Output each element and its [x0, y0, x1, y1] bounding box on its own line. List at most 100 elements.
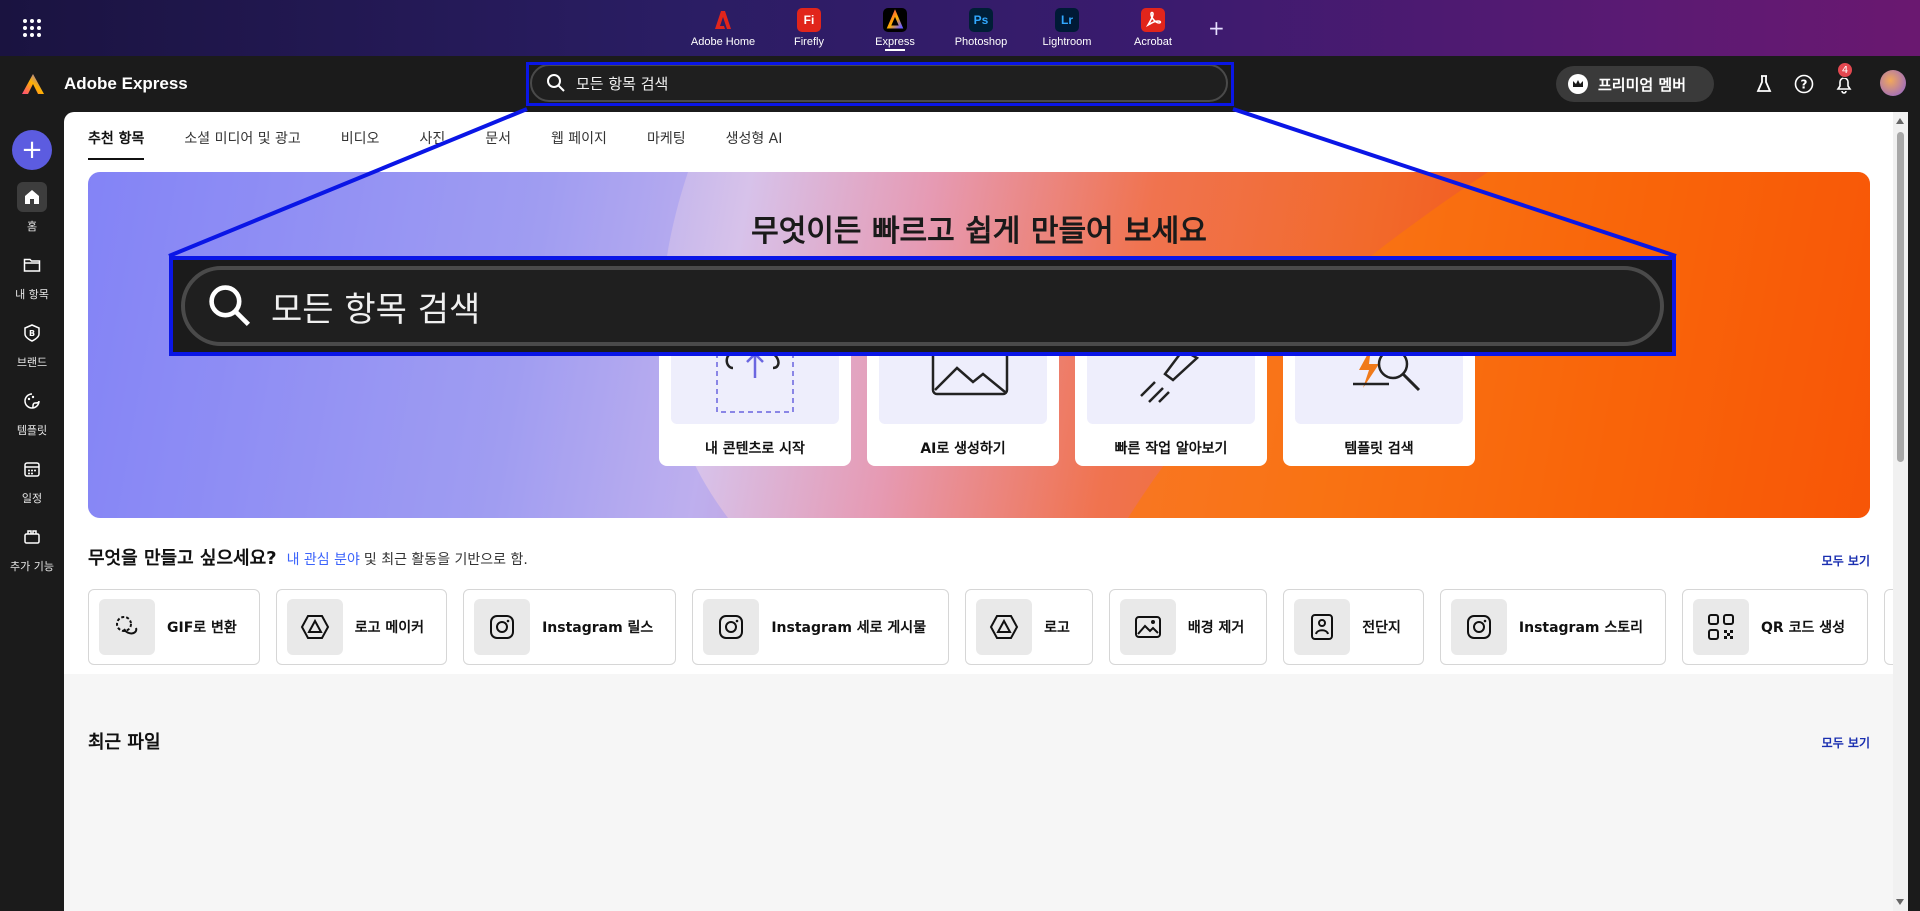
scrollbar-thumb[interactable] [1897, 132, 1904, 462]
help-icon[interactable]: ? [1792, 72, 1816, 96]
crown-icon [1568, 74, 1588, 94]
quick-item-gif[interactable]: GIF로 변환 [88, 589, 260, 665]
logo-maker-icon [286, 599, 343, 655]
quick-item-instagram-portrait[interactable]: Instagram 세로 게시물 [692, 589, 950, 665]
app-label: Lightroom [1042, 36, 1092, 48]
tab-web-page[interactable]: 웹 페이지 [551, 128, 607, 160]
rail-item-brand[interactable]: B 브랜드 [0, 318, 64, 376]
app-adobe-home[interactable]: Adobe Home [680, 0, 766, 56]
rail-label: 홈 [26, 220, 38, 233]
quick-item-label: Instagram 세로 게시물 [771, 620, 927, 636]
search-input[interactable]: 모든 항목 검색 [530, 64, 1228, 102]
tab-recommended[interactable]: 추천 항목 [88, 128, 145, 160]
tab-document[interactable]: 문서 [485, 128, 511, 160]
recent-files-section [64, 674, 1908, 911]
quick-item-label: 로고 [1044, 620, 1070, 636]
main-panel: 추천 항목 소셜 미디어 및 광고 비디오 사진 문서 웹 페이지 마케팅 생성… [64, 112, 1908, 911]
premium-label: 프리미엄 멤버 [1598, 75, 1687, 94]
rail-item-templates[interactable]: 템플릿 [0, 386, 64, 444]
left-rail: + 홈 내 항목 B 브랜드 템플릿 일정 추가 기능 [0, 112, 64, 911]
quick-item-label: 배경 제거 [1187, 620, 1245, 636]
zoomed-search-callout: 모든 항목 검색 [169, 256, 1676, 356]
app-label: Acrobat [1134, 36, 1172, 48]
quick-item-instagram-story[interactable]: Instagram 스토리 [1439, 589, 1667, 665]
create-new-button[interactable]: + [12, 130, 52, 170]
scroll-down-icon[interactable] [1896, 899, 1904, 905]
tab-video[interactable]: 비디오 [341, 128, 380, 160]
app-label: Firefly [794, 36, 824, 48]
folder-icon [17, 250, 47, 280]
quick-item-label: Instagram 릴스 [542, 620, 654, 636]
express-icon [883, 8, 907, 32]
add-app-icon[interactable]: + [1208, 16, 1225, 40]
rail-item-schedule[interactable]: 일정 [0, 454, 64, 512]
home-icon [17, 182, 47, 212]
calendar-icon [17, 454, 47, 484]
card-label: 템플릿 검색 [1344, 441, 1414, 457]
tab-marketing[interactable]: 마케팅 [647, 128, 686, 160]
quick-item-logo-maker[interactable]: 로고 메이커 [275, 589, 448, 665]
svg-text:?: ? [1801, 78, 1808, 92]
app-grid-icon[interactable] [22, 18, 42, 38]
firefly-icon: Fi [797, 8, 821, 32]
create-see-all-link[interactable]: 모두 보기 [1822, 552, 1870, 569]
quick-item-flyer[interactable]: 전단지 [1283, 589, 1424, 665]
app-firefly[interactable]: Fi Firefly [766, 0, 852, 56]
acrobat-icon [1141, 8, 1165, 32]
quick-item-label: GIF로 변환 [167, 620, 237, 636]
remove-background-icon [1119, 599, 1176, 655]
rail-item-add-ons[interactable]: 추가 기능 [0, 522, 64, 580]
tab-social-media[interactable]: 소셜 미디어 및 광고 [184, 128, 300, 160]
quick-item-label: QR 코드 생성 [1761, 620, 1845, 636]
quick-item-remove-background[interactable]: 배경 제거 [1108, 589, 1268, 665]
quick-item-qr-code[interactable]: QR 코드 생성 [1682, 589, 1868, 665]
app-photoshop[interactable]: Ps Photoshop [938, 0, 1024, 56]
hero-title: 무엇이든 빠르고 쉽게 만들어 보세요 [751, 214, 1207, 249]
qr-code-icon [1693, 599, 1750, 655]
logo-icon [976, 599, 1033, 655]
app-label: Adobe Home [690, 36, 756, 48]
vertical-scrollbar[interactable] [1893, 112, 1908, 911]
app-lightroom[interactable]: Lr Lightroom [1024, 0, 1110, 56]
rail-label: 템플릿 [16, 424, 48, 437]
premium-member-button[interactable]: 프리미엄 멤버 [1556, 66, 1714, 102]
quick-item-logo[interactable]: 로고 [965, 589, 1093, 665]
lightroom-icon: Lr [1055, 8, 1079, 32]
app-express[interactable]: Express [852, 0, 938, 56]
add-ons-icon [17, 522, 47, 552]
rail-label: 추가 기능 [10, 560, 54, 573]
tab-generative-ai[interactable]: 생성형 AI [726, 128, 783, 160]
search-placeholder: 모든 항목 검색 [576, 74, 669, 93]
template-icon [17, 386, 47, 416]
search-icon [547, 74, 565, 92]
scroll-up-icon[interactable] [1896, 118, 1904, 124]
app-list: Adobe Home Fi Firefly Express Ps Photosh… [680, 0, 1196, 56]
brand-name[interactable]: Adobe Express [64, 74, 188, 94]
card-label: 내 콘텐츠로 시작 [705, 441, 805, 457]
photoshop-icon: Ps [969, 8, 993, 32]
header: Adobe Express 모든 항목 검색 프리미엄 멤버 ? 4 [0, 56, 1920, 112]
tab-photo[interactable]: 사진 [419, 128, 445, 160]
zoomed-search-text: 모든 항목 검색 [271, 289, 481, 330]
card-label: 빠른 작업 알아보기 [1114, 441, 1228, 457]
svg-text:B: B [29, 329, 35, 338]
instagram-icon [1450, 599, 1507, 655]
create-section-header: 무엇을 만들고 싶으세요? 내 관심 분야 및 최근 활동을 기반으로 함. [88, 544, 528, 570]
recent-see-all-link[interactable]: 모두 보기 [1822, 734, 1870, 751]
quick-item-instagram-reels[interactable]: Instagram 릴스 [463, 589, 677, 665]
avatar[interactable] [1880, 70, 1906, 96]
adobe-logo-icon [715, 11, 731, 29]
flask-icon[interactable] [1752, 72, 1776, 96]
interests-link[interactable]: 내 관심 분야 [287, 549, 360, 569]
app-acrobat[interactable]: Acrobat [1110, 0, 1196, 56]
rail-label: 브랜드 [16, 356, 48, 369]
app-label: Express [875, 36, 915, 48]
app-label: Photoshop [954, 36, 1008, 48]
quick-item-label: 로고 메이커 [354, 620, 425, 636]
brand-icon: B [17, 318, 47, 348]
rail-item-home[interactable]: 홈 [0, 182, 64, 240]
rail-item-my-stuff[interactable]: 내 항목 [0, 250, 64, 308]
quick-item-label: Instagram 스토리 [1518, 620, 1644, 636]
create-subtext: 및 최근 활동을 기반으로 함. [363, 552, 528, 568]
adobe-express-logo[interactable] [20, 72, 46, 96]
